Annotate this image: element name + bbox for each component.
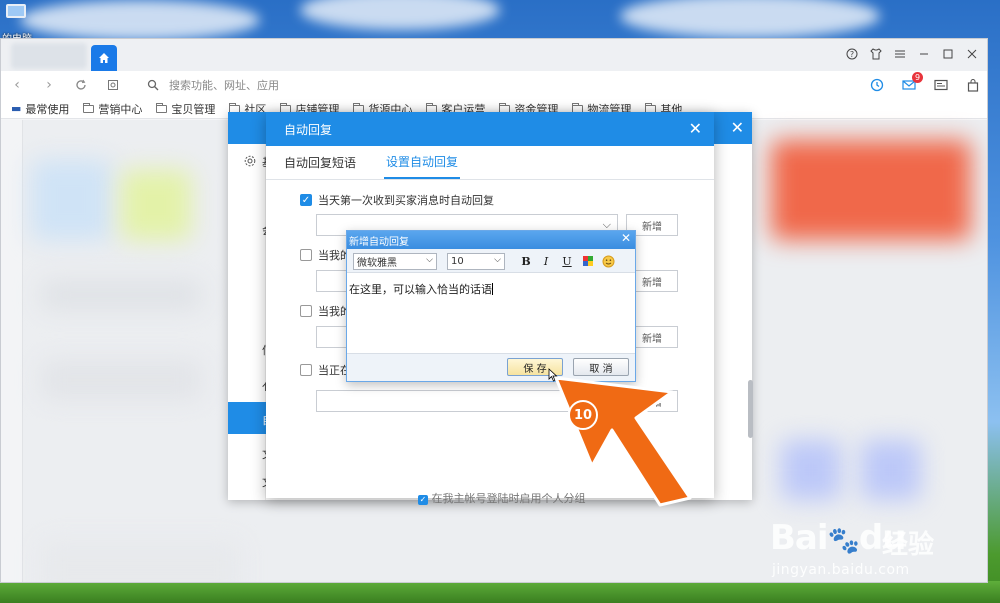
bookmark-item[interactable]: 宝贝管理	[156, 101, 215, 117]
chevron-down-icon: ⌵	[494, 255, 501, 265]
settings-side-nav	[228, 144, 266, 500]
editor-footer: 保 存 取 消	[347, 353, 635, 381]
refresh-icon[interactable]	[71, 75, 91, 95]
rule-label: 当天第一次收到买家消息时自动回复	[318, 194, 494, 207]
blurred-tab[interactable]	[11, 43, 87, 69]
add-new-button[interactable]: 新增	[626, 390, 678, 412]
bookmark-item[interactable]: ▬ 最常使用	[11, 101, 69, 117]
tab-auto-reply-phrases[interactable]: 自动回复短语	[282, 145, 358, 179]
left-strip	[1, 120, 23, 582]
checkbox-checked-icon[interactable]: ✓	[418, 494, 428, 505]
dialog-tabs: 自动回复短语 设置自动回复	[266, 146, 714, 180]
font-size-select[interactable]: 10 ⌵	[447, 253, 505, 270]
search-icon	[147, 79, 159, 91]
rule-item[interactable]: 当正在	[300, 362, 351, 378]
dialog-title: 自动回复	[284, 122, 333, 137]
italic-button[interactable]: I	[538, 253, 554, 269]
settings-side-selected[interactable]	[228, 402, 266, 434]
settings-gear-icon	[244, 155, 256, 167]
checkbox-checked-icon[interactable]: ✓	[300, 194, 312, 206]
baidu-watermark: Bai🐾du 经验 jingyan.baidu.com	[770, 518, 990, 584]
folder-icon	[156, 102, 168, 113]
editor-title: 新增自动回复	[349, 236, 409, 248]
tab-set-auto-reply[interactable]: 设置自动回复	[384, 145, 461, 179]
dialog-scrollbar[interactable]	[748, 380, 753, 438]
editor-text-area[interactable]: 在这里，可以输入恰当的话语	[347, 273, 635, 355]
watermark-cn: 经验	[882, 530, 935, 560]
desktop-computer-icon[interactable]: 的电脑	[2, 4, 32, 45]
forward-icon[interactable]: ›	[39, 75, 59, 95]
home-tab[interactable]	[91, 45, 117, 71]
svg-text:?: ?	[850, 50, 854, 59]
font-family-select[interactable]: 微软雅黑 ⌵	[353, 253, 437, 270]
history-clock-icon[interactable]	[867, 75, 887, 95]
card-icon[interactable]	[931, 75, 951, 95]
checkbox-icon[interactable]	[300, 364, 312, 376]
menu-icon[interactable]	[889, 43, 911, 65]
settings-close-icon[interactable]: ✕	[731, 118, 744, 137]
mail-badge: 9	[912, 72, 923, 83]
bookmark-item[interactable]: 营销中心	[83, 101, 142, 117]
step-number-badge: 10	[568, 400, 598, 430]
navigation-bar: ‹ › 搜索功能、网址、应用 9	[1, 71, 987, 99]
skin-shirt-icon[interactable]	[865, 43, 887, 65]
mouse-pointer-icon	[548, 368, 558, 382]
bottom-option-fragment: ✓ 在我主帐号登陆时启用个人分组	[418, 492, 586, 505]
rule-first-message[interactable]: ✓ 当天第一次收到买家消息时自动回复	[300, 192, 494, 208]
text-color-icon[interactable]	[580, 253, 596, 269]
mail-icon[interactable]: 9	[899, 72, 923, 95]
underline-button[interactable]: U	[559, 253, 575, 269]
dialog-header: 自动回复 ✕	[266, 112, 714, 146]
dialog-close-icon[interactable]: ✕	[689, 119, 702, 138]
close-icon[interactable]	[961, 43, 983, 65]
editor-close-icon[interactable]: ✕	[621, 231, 631, 245]
editor-header: 新增自动回复 ✕	[347, 231, 635, 249]
editor-text: 在这里，可以输入恰当的话语	[349, 283, 492, 296]
help-icon[interactable]: ?	[841, 43, 863, 65]
folder-icon	[83, 102, 95, 113]
checkbox-icon[interactable]	[300, 249, 312, 261]
checkbox-icon[interactable]	[300, 305, 312, 317]
emoji-icon[interactable]	[600, 253, 616, 269]
minimize-icon[interactable]	[913, 43, 935, 65]
bag-icon[interactable]	[963, 75, 983, 95]
bookmark-star-icon: ▬	[11, 102, 22, 115]
cancel-button[interactable]: 取 消	[573, 358, 629, 376]
desktop-grass	[0, 581, 1000, 603]
watermark-url: jingyan.baidu.com	[772, 562, 910, 578]
text-caret	[492, 283, 493, 295]
editor-toolbar: 微软雅黑 ⌵ 10 ⌵ B I U	[347, 249, 635, 273]
address-bar[interactable]: 搜索功能、网址、应用	[147, 75, 647, 95]
rule-item[interactable]: 当我的	[300, 303, 351, 319]
back-icon[interactable]: ‹	[7, 75, 27, 95]
address-placeholder: 搜索功能、网址、应用	[169, 79, 279, 92]
home-icon	[99, 53, 109, 63]
maximize-icon[interactable]	[937, 43, 959, 65]
new-auto-reply-dialog: 新增自动回复 ✕ 微软雅黑 ⌵ 10 ⌵ B I U 在这里，可以输入恰当的话语…	[346, 230, 636, 382]
bold-button[interactable]: B	[518, 253, 534, 269]
chevron-down-icon: ⌵	[426, 255, 433, 265]
rule-item[interactable]: 当我的	[300, 247, 351, 263]
title-bar: ?	[1, 39, 987, 71]
screenshot-icon[interactable]	[103, 75, 123, 95]
